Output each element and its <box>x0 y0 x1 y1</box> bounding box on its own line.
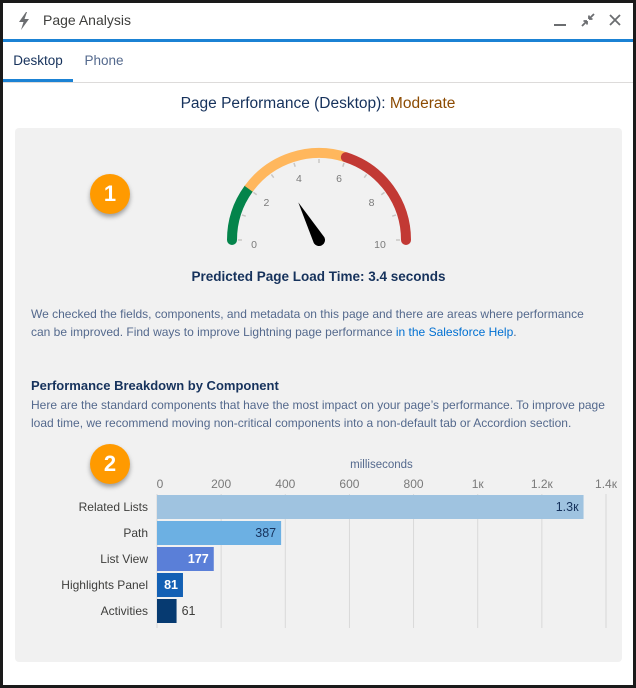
x-tick-label: 600 <box>339 477 359 491</box>
x-tick-label: 800 <box>404 477 424 491</box>
tab-bar: Desktop Phone <box>3 42 633 83</box>
category-label: Activities <box>101 604 148 618</box>
category-label: Related Lists <box>79 500 148 514</box>
performance-rating: Moderate <box>389 95 456 112</box>
category-label: List View <box>100 552 148 566</box>
x-tick-label: 0 <box>157 477 164 491</box>
x-tick-label: 1.4к <box>595 477 618 491</box>
x-tick-label: 1к <box>472 477 485 491</box>
title-bar: Page Analysis <box>3 3 633 42</box>
bar-value-label: 387 <box>255 526 276 540</box>
tab-phone[interactable]: Phone <box>77 42 131 80</box>
window-title: Page Analysis <box>43 12 131 28</box>
bar-value-label: 177 <box>188 552 209 566</box>
x-axis-label: milliseconds <box>350 459 413 471</box>
page-performance-heading: Page Performance (Desktop): Moderate <box>3 95 633 113</box>
bar-value-label: 1.3к <box>556 500 579 514</box>
lightning-bolt-icon <box>19 12 29 30</box>
x-tick-label: 1.2к <box>531 477 554 491</box>
bar-activities[interactable] <box>157 599 177 623</box>
x-tick-label: 400 <box>275 477 295 491</box>
bar-value-label: 61 <box>182 604 196 618</box>
category-label: Highlights Panel <box>61 578 148 592</box>
performance-heading-prefix: Page Performance (Desktop): <box>180 95 390 112</box>
bar-related-lists[interactable] <box>157 495 584 519</box>
close-icon[interactable] <box>606 11 624 29</box>
category-label: Path <box>123 526 148 540</box>
minimize-icon[interactable] <box>551 11 569 29</box>
x-tick-label: 200 <box>211 477 231 491</box>
bar-value-label: 81 <box>164 578 178 592</box>
tab-desktop[interactable]: Desktop <box>3 42 73 82</box>
page-analysis-window: Page Analysis Desktop Phone Page Perform… <box>0 0 636 688</box>
analysis-panel: 1 0 2 4 6 8 10 Predicted Page Load Time: 3.4 … <box>15 128 622 662</box>
restore-icon[interactable] <box>579 11 597 29</box>
component-breakdown-chart: milliseconds 0 200 400 600 800 1к 1.2к 1.4к Relat… <box>61 459 618 628</box>
